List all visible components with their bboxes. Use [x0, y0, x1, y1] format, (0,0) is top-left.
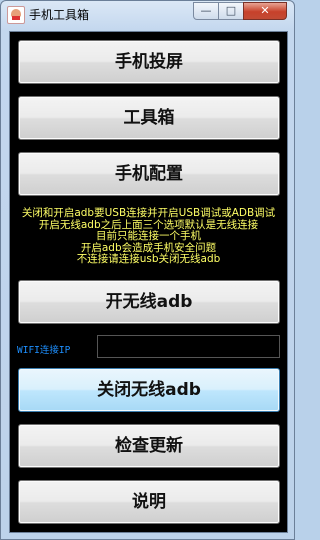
adb-notice: 关闭和开启adb要USB连接并开启USB调试或ADB调试 开启无线adb之后上面… — [10, 207, 287, 266]
app-window: 手机工具箱 — □ ✕ 手机投屏 工具箱 手机配置 关闭和开启adb要USB连接… — [0, 0, 295, 540]
wifi-ip-input[interactable] — [97, 335, 280, 358]
close-button[interactable]: ✕ — [243, 2, 287, 20]
client-area: 手机投屏 工具箱 手机配置 关闭和开启adb要USB连接并开启USB调试或ADB… — [9, 31, 288, 533]
toolbox-button[interactable]: 工具箱 — [18, 96, 280, 140]
wifi-ip-label: WIFI连接IP — [17, 345, 71, 356]
notice-line: 目前只能连接一个手机 — [96, 230, 201, 242]
screen-cast-button[interactable]: 手机投屏 — [18, 40, 280, 84]
check-update-button[interactable]: 检查更新 — [18, 424, 280, 468]
notice-line: 不连接请连接usb关闭无线adb — [76, 253, 221, 265]
disable-wireless-adb-button[interactable]: 关闭无线adb — [18, 368, 280, 412]
help-button[interactable]: 说明 — [18, 480, 280, 524]
minimize-button[interactable]: — — [193, 2, 219, 20]
phone-config-button[interactable]: 手机配置 — [18, 152, 280, 196]
app-icon — [7, 6, 25, 24]
enable-wireless-adb-button[interactable]: 开无线adb — [18, 280, 280, 324]
title-bar[interactable]: 手机工具箱 — □ ✕ — [1, 1, 294, 27]
notice-line: 关闭和开启adb要USB连接并开启USB调试或ADB调试 — [21, 207, 276, 219]
window-title: 手机工具箱 — [29, 8, 90, 22]
maximize-button[interactable]: □ — [218, 2, 244, 20]
